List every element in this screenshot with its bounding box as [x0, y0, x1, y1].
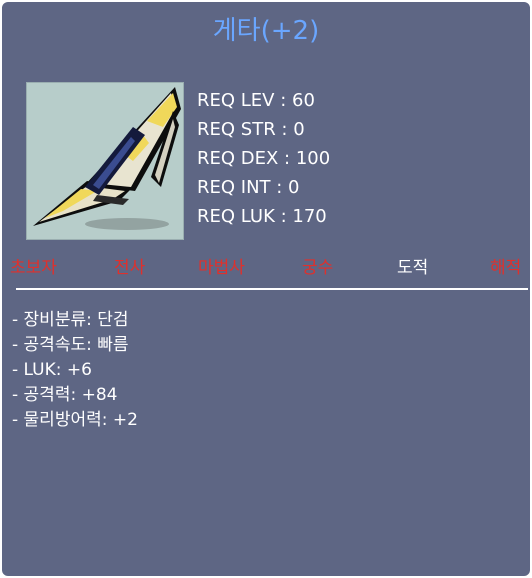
req-level: REQ LEV : 60	[197, 90, 315, 111]
req-str: REQ STR : 0	[197, 119, 305, 140]
req-luk: REQ LUK : 170	[197, 206, 327, 227]
separator-line	[16, 288, 528, 290]
job-bowman: 궁수	[302, 258, 334, 278]
job-thief: 도적	[397, 258, 429, 278]
req-dex: REQ DEX : 100	[197, 148, 331, 169]
stat-equipment-type: - 장비분류: 단검	[12, 310, 129, 330]
item-title: 게타(+2)	[212, 16, 320, 46]
stat-physical-defense: - 물리방어력: +2	[12, 410, 138, 430]
req-int: REQ INT : 0	[197, 177, 300, 198]
job-magician: 마법사	[198, 258, 245, 278]
job-beginner: 초보자	[10, 258, 57, 278]
requirement-list: REQ LEV : 60 REQ STR : 0 REQ DEX : 100 R…	[197, 86, 330, 231]
stat-attack-speed: - 공격속도: 빠름	[12, 335, 129, 355]
item-tooltip: 게타(+2) REQ LEV : 60 REQ STR : 0 REQ DEX …	[0, 0, 532, 578]
job-class-row: 초보자 전사 마법사 궁수 도적 해적	[2, 255, 530, 283]
stat-attack-power: - 공격력: +84	[12, 385, 118, 405]
stat-luk: - LUK: +6	[12, 360, 92, 380]
job-warrior: 전사	[114, 258, 146, 278]
item-stats-list: - 장비분류: 단검 - 공격속도: 빠름 - LUK: +6 - 공격력: +…	[12, 308, 138, 433]
item-icon-frame	[26, 82, 184, 240]
job-pirate: 해적	[490, 258, 522, 278]
dagger-icon	[33, 87, 181, 230]
